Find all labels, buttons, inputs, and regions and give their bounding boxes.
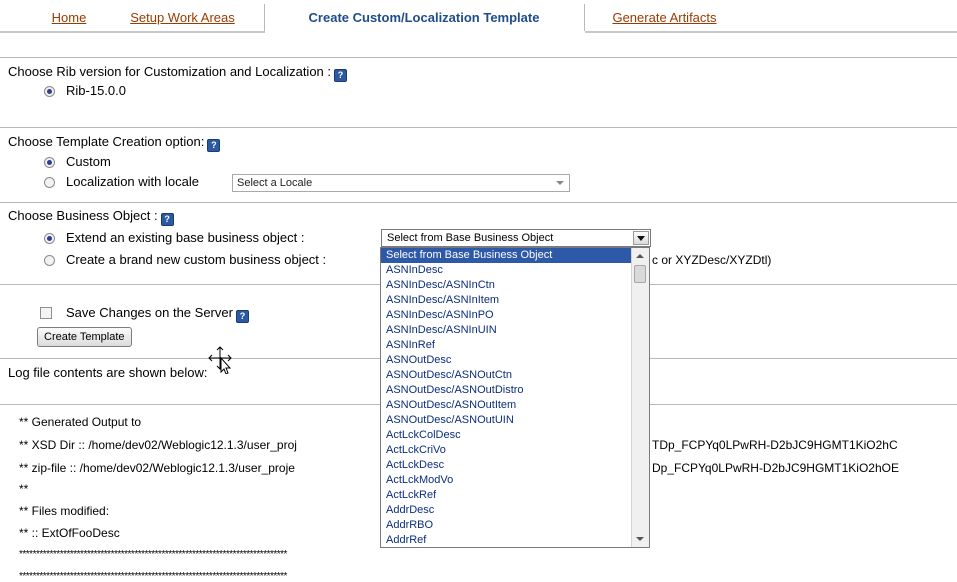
locale-select[interactable]: Select a Locale: [232, 174, 570, 192]
rib-version-label: Rib-15.0.0: [66, 83, 126, 98]
move-cursor-icon: [208, 346, 232, 374]
scroll-up-icon[interactable]: [636, 254, 644, 258]
create-bo-hint: c or XYZDesc/XYZDtl): [652, 253, 772, 267]
dropdown-option[interactable]: ActLckColDesc: [381, 428, 649, 443]
log-line: ** Files modified:: [19, 504, 110, 518]
dropdown-option[interactable]: ActLckCriVo: [381, 443, 649, 458]
scroll-down-icon[interactable]: [636, 537, 644, 541]
log-line: ** zip-file :: /home/dev02/Weblogic12.1.…: [19, 461, 295, 475]
log-separator: ****************************************…: [19, 571, 287, 582]
log-line: ** XSD Dir :: /home/dev02/Weblogic12.1.3…: [19, 438, 297, 452]
template-section-title: Choose Template Creation option:?: [8, 134, 221, 152]
tab-underline: [585, 31, 957, 33]
dropdown-option[interactable]: AddrRef: [381, 533, 649, 547]
dropdown-option[interactable]: ActLckDesc: [381, 458, 649, 473]
save-changes-wrap: Save Changes on the Server?: [66, 305, 249, 323]
help-icon[interactable]: ?: [160, 213, 174, 226]
dropdown-option[interactable]: ASNOutDesc/ASNOutCtn: [381, 368, 649, 383]
tab-create-template[interactable]: Create Custom/Localization Template: [266, 4, 582, 31]
bo-section-title: Choose Business Object :?: [8, 208, 174, 226]
dropdown-option[interactable]: ASNOutDesc/ASNOutItem: [381, 398, 649, 413]
tab-divider: [584, 4, 585, 31]
log-header: Log file contents are shown below:: [8, 365, 208, 380]
tab-bar: Home Setup Work Areas Create Custom/Loca…: [0, 0, 957, 34]
dropdown-option[interactable]: ActLckRef: [381, 488, 649, 503]
dropdown-scrollbar[interactable]: [631, 248, 649, 547]
log-line: **: [19, 482, 29, 496]
help-icon[interactable]: ?: [207, 139, 221, 152]
dropdown-option[interactable]: ASNOutDesc/ASNOutUIN: [381, 413, 649, 428]
create-bo-label: Create a brand new custom business objec…: [66, 252, 327, 267]
tab-setup-work-areas[interactable]: Setup Work Areas: [110, 4, 255, 31]
dropdown-option[interactable]: ASNOutDesc/ASNOutDistro: [381, 383, 649, 398]
rib-section-title: Choose Rib version for Customization and…: [8, 64, 348, 82]
scroll-thumb[interactable]: [634, 265, 646, 283]
tab-underline: [0, 31, 265, 33]
chevron-down-icon: [556, 181, 564, 185]
create-template-button[interactable]: Create Template: [37, 327, 132, 347]
base-bo-select[interactable]: Select from Base Business Object: [381, 229, 651, 247]
tab-divider: [264, 4, 265, 31]
template-option-section: Choose Template Creation option:? Custom…: [0, 127, 957, 202]
dropdown-option[interactable]: ASNInDesc/ASNInUIN: [381, 323, 649, 338]
save-changes-checkbox[interactable]: [40, 307, 52, 319]
radio-create-bo[interactable]: [44, 255, 55, 266]
radio-custom[interactable]: [44, 157, 55, 168]
dropdown-option[interactable]: AddrDesc: [381, 503, 649, 518]
log-line-tail: Dp_FCPYq0LPwRH-D2bJC9HGMT1KiO2hOE: [652, 461, 899, 475]
log-separator: ****************************************…: [19, 549, 287, 560]
radio-extend-bo[interactable]: [44, 233, 55, 244]
log-line: ** Generated Output to: [19, 415, 142, 429]
log-line: ** :: ExtOfFooDesc: [19, 526, 120, 540]
dropdown-option[interactable]: ASNInDesc: [381, 263, 649, 278]
radio-localization[interactable]: [44, 177, 55, 188]
dropdown-option[interactable]: Select from Base Business Object: [381, 248, 649, 263]
dropdown-option[interactable]: ActLckModVo: [381, 473, 649, 488]
save-changes-label: Save Changes on the Server: [66, 305, 233, 320]
dropdown-option[interactable]: ASNInDesc/ASNInItem: [381, 293, 649, 308]
localization-label: Localization with locale: [66, 174, 199, 189]
extend-bo-label: Extend an existing base business object …: [66, 230, 305, 245]
dropdown-option[interactable]: ASNOutDesc: [381, 353, 649, 368]
dropdown-option[interactable]: ASNInDesc/ASNInPO: [381, 308, 649, 323]
dropdown-option[interactable]: AddrRBO: [381, 518, 649, 533]
log-line-tail: TDp_FCPYq0LPwRH-D2bJC9HGMT1KiO2hC: [652, 438, 898, 452]
base-bo-dropdown-list[interactable]: Select from Base Business Object ASNInDes…: [380, 247, 650, 548]
custom-label: Custom: [66, 154, 111, 169]
radio-rib-version[interactable]: [44, 86, 55, 97]
help-icon[interactable]: ?: [235, 310, 249, 323]
dropdown-option[interactable]: ASNInDesc/ASNInCtn: [381, 278, 649, 293]
tab-home[interactable]: Home: [40, 4, 98, 31]
help-icon[interactable]: ?: [334, 69, 348, 82]
rib-version-section: Choose Rib version for Customization and…: [0, 57, 957, 119]
dropdown-items: Select from Base Business Object ASNInDes…: [381, 248, 649, 547]
chevron-down-icon[interactable]: [633, 231, 649, 245]
tab-generate-artifacts[interactable]: Generate Artifacts: [592, 4, 737, 31]
dropdown-option[interactable]: ASNInRef: [381, 338, 649, 353]
